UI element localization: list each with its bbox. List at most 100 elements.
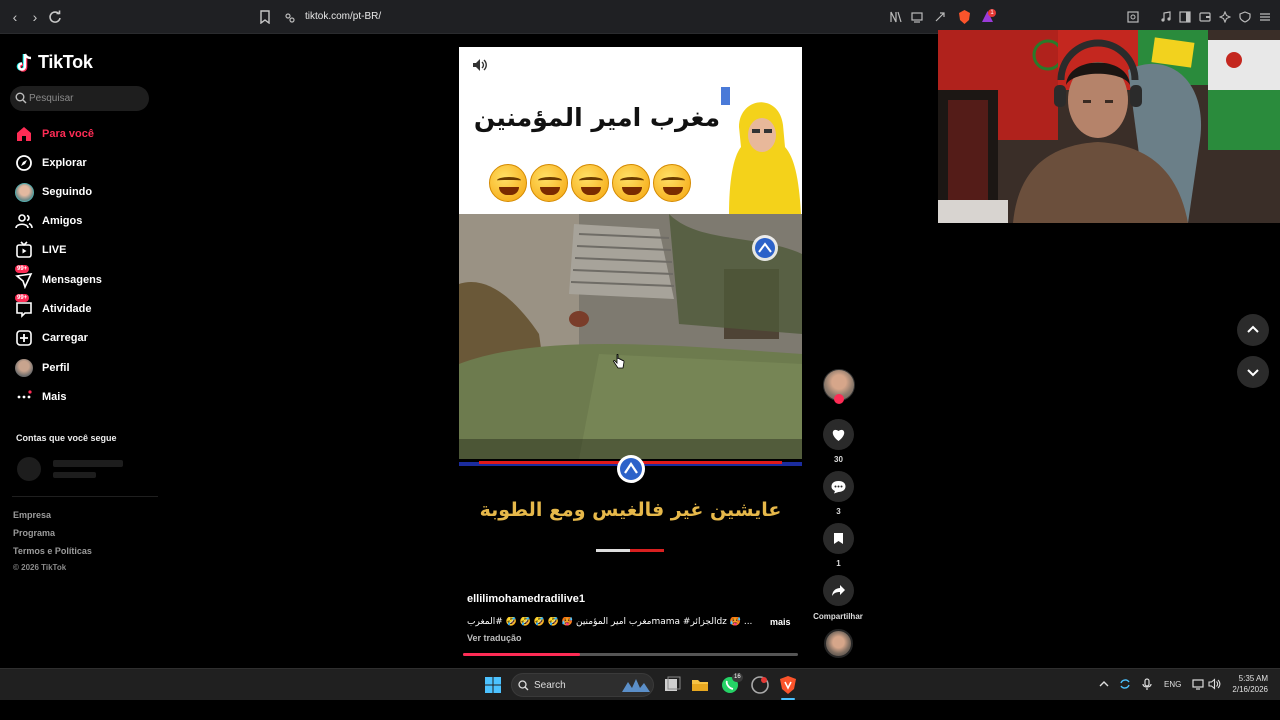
share-button[interactable] (823, 575, 854, 606)
menu-icon[interactable] (1259, 11, 1271, 23)
language-indicator[interactable]: ENG (1164, 680, 1181, 689)
yard-scene-image (459, 214, 802, 459)
like-count: 30 (834, 455, 843, 464)
brave-shield-icon[interactable] (958, 10, 971, 24)
sidebar-item-explore[interactable]: Explorar (14, 152, 154, 174)
sidebar-item-more[interactable]: Mais (14, 386, 154, 408)
sidebar-item-profile[interactable]: Perfil (14, 357, 154, 379)
tray-chevron-up-icon[interactable] (1099, 680, 1109, 688)
search-highlight-icon (622, 679, 650, 692)
media-icon[interactable] (1160, 11, 1172, 23)
taskbar: Search 16 ENG 5:35 AM 2/16/2026 (0, 668, 1280, 700)
brave-browser-icon[interactable] (778, 675, 798, 695)
skeleton-avatar (17, 457, 41, 481)
share-page-icon[interactable] (934, 11, 946, 23)
description-more-link[interactable]: mais (770, 617, 791, 627)
more-dots-icon (17, 390, 32, 399)
sidebar-item-label: Mensagens (42, 274, 102, 286)
microphone-icon[interactable] (1142, 678, 1152, 690)
sidebar-item-label: Para você (42, 128, 94, 140)
rewards-badge: 1 (988, 9, 996, 17)
save-count: 1 (836, 559, 841, 568)
clock-time[interactable]: 5:35 AM (1236, 674, 1268, 683)
laughing-emoji-icon (571, 164, 609, 202)
next-video-button[interactable] (1237, 356, 1269, 388)
save-button[interactable] (823, 523, 854, 554)
sidebar-item-label: LIVE (42, 244, 67, 256)
like-button[interactable] (823, 419, 854, 450)
back-icon[interactable]: ‹ (8, 10, 22, 24)
volume-icon[interactable] (472, 58, 488, 72)
vpn-shield-icon[interactable] (1239, 11, 1251, 23)
video-author[interactable]: ellilimohamedradilive1 (467, 593, 585, 605)
sidebar-item-for-you[interactable]: Para você (14, 123, 154, 145)
video-player[interactable]: مغرب امير المؤمنين ··· عايشين غير فالغيس… (459, 47, 802, 659)
activity-icon (16, 302, 32, 318)
screen: ‹ › tiktok.com/pt-BR/ 1 TikTok Pesquisar… (0, 0, 1280, 720)
reload-icon[interactable] (48, 10, 62, 24)
footer-link-company[interactable]: Empresa (13, 510, 51, 520)
bookmark-filled-icon (834, 533, 843, 544)
url-text[interactable]: tiktok.com/pt-BR/ (305, 11, 381, 22)
site-settings-icon[interactable] (284, 12, 296, 24)
following-avatar-icon (14, 182, 34, 202)
laughing-emoji-icon (530, 164, 568, 202)
app-icon[interactable] (750, 675, 770, 695)
messages-badge: 99+ (15, 265, 30, 273)
bookmark-icon[interactable] (258, 10, 272, 24)
reader-icon[interactable] (890, 11, 902, 23)
video-progress-fill (463, 653, 581, 656)
sound-disc[interactable] (824, 629, 853, 658)
comment-button[interactable] (823, 471, 854, 502)
previous-video-button[interactable] (1237, 314, 1269, 346)
clock-date[interactable]: 2/16/2026 (1226, 685, 1268, 694)
sidebar-item-friends[interactable]: Amigos (14, 210, 154, 232)
windows-start-icon[interactable] (483, 675, 503, 695)
network-icon[interactable] (1192, 678, 1204, 690)
comment-count: 3 (836, 507, 841, 516)
chevron-up-icon (1247, 325, 1259, 333)
webcam-overlay (938, 30, 1280, 223)
sidebar-toggle-icon[interactable] (1179, 11, 1191, 23)
sidebar-item-upload[interactable]: Carregar (14, 327, 154, 349)
sidebar-item-label: Perfil (42, 362, 70, 374)
sidebar-item-following[interactable]: Seguindo (14, 181, 154, 203)
tiktok-logo[interactable]: TikTok (16, 52, 93, 73)
video-headline: مغرب امير المؤمنين (473, 103, 721, 132)
follow-plus-icon[interactable] (834, 394, 844, 404)
video-progress-bar[interactable] (463, 653, 798, 656)
taskbar-search[interactable]: Search (511, 673, 654, 697)
laughing-emoji-icon (489, 164, 527, 202)
wallet-icon[interactable] (1199, 11, 1211, 23)
man-in-raincoat-image (721, 87, 801, 214)
chevron-down-icon (1247, 369, 1259, 377)
file-explorer-icon[interactable] (690, 675, 710, 695)
footer-link-program[interactable]: Programa (13, 528, 55, 538)
leo-ai-icon[interactable] (1219, 11, 1231, 23)
search-input[interactable] (29, 91, 144, 106)
taskbar-search-label: Search (534, 680, 566, 691)
sidebar-item-activity[interactable]: 99+ Atividade (14, 294, 154, 320)
more-options-icon[interactable]: ··· (773, 55, 792, 73)
tab-search-icon[interactable] (1127, 11, 1139, 23)
task-view-icon[interactable] (662, 675, 682, 695)
app-name: TikTok (38, 52, 93, 72)
friends-icon (15, 214, 33, 229)
home-icon (17, 127, 31, 141)
browser-toolbar: ‹ › tiktok.com/pt-BR/ 1 (0, 0, 1280, 34)
hand-cursor-icon (613, 354, 625, 369)
translate-link[interactable]: Ver tradução (467, 633, 522, 643)
streamer-webcam-image (938, 30, 1280, 223)
cast-icon[interactable] (911, 11, 923, 23)
sidebar-item-label: Mais (42, 391, 67, 403)
volume-tray-icon[interactable] (1208, 678, 1221, 690)
search-box[interactable] (10, 86, 149, 111)
screen-bottom-edge (0, 700, 1280, 720)
sidebar-item-messages[interactable]: 99+ Mensagens (14, 265, 154, 291)
following-accounts-title: Contas que você segue (16, 433, 117, 443)
sync-icon[interactable] (1119, 678, 1131, 690)
footer-link-terms[interactable]: Termos e Políticas (13, 546, 92, 556)
search-icon (15, 92, 27, 104)
sidebar-item-live[interactable]: LIVE (14, 239, 154, 261)
forward-icon[interactable]: › (28, 10, 42, 24)
